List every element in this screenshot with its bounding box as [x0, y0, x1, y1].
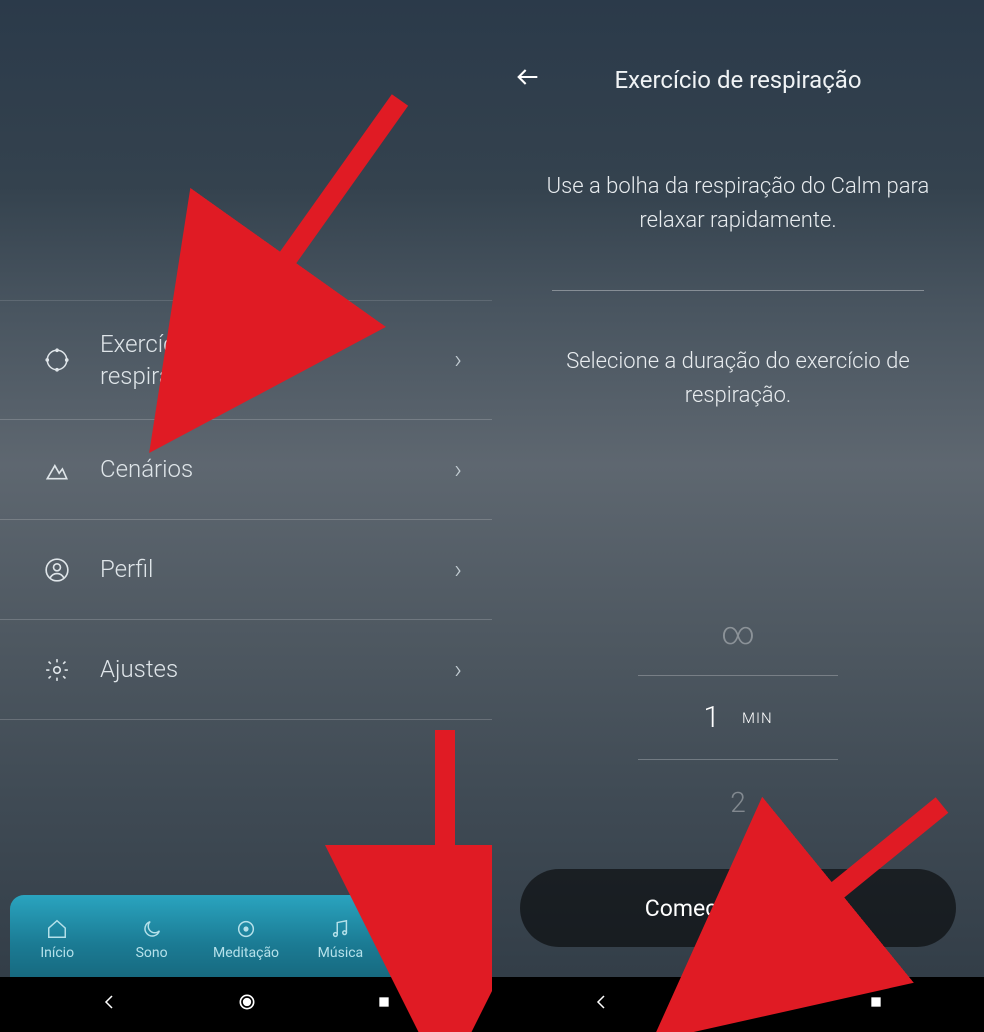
android-recents-icon[interactable]	[868, 994, 884, 1015]
right-screen: Exercício de respiração Use a bolha da r…	[492, 0, 984, 1032]
nav-label: Mais	[420, 945, 450, 961]
left-screen: Exercício de respiração › Cenários › Per…	[0, 0, 492, 1032]
nav-sleep[interactable]: Sono	[104, 901, 198, 977]
menu-item-label: Cenários	[100, 453, 454, 485]
music-icon	[328, 917, 352, 941]
nav-label: Meditação	[213, 945, 279, 961]
subtitle-text: Selecione a duração do exercício de resp…	[537, 345, 939, 413]
chevron-right-icon: ›	[454, 345, 462, 375]
annotation-arrow	[240, 85, 420, 319]
intro-text: Use a bolha da respiração do Calm para r…	[542, 170, 934, 238]
nav-home[interactable]: Início	[10, 901, 104, 977]
nav-label: Sono	[136, 945, 168, 961]
gear-icon	[42, 655, 72, 685]
moon-icon	[140, 917, 164, 941]
nav-music[interactable]: Música	[293, 901, 387, 977]
android-system-nav	[0, 977, 492, 1032]
menu-icon	[423, 917, 447, 941]
breathing-icon	[42, 345, 72, 375]
mountains-icon	[42, 455, 72, 485]
bottom-nav: Início Sono Meditação Música Mais	[10, 895, 482, 977]
menu-item-scenes[interactable]: Cenários ›	[0, 420, 492, 520]
menu-item-label: Perfil	[100, 553, 454, 585]
picker-unit: MIN	[742, 709, 773, 727]
chevron-right-icon: ›	[454, 655, 462, 685]
nav-meditate[interactable]: Meditação	[199, 901, 293, 977]
picker-option-selected[interactable]: 1 MIN	[638, 675, 838, 760]
cta-label: Comece a respirar	[645, 895, 831, 922]
menu-item-profile[interactable]: Perfil ›	[0, 520, 492, 620]
android-home-icon[interactable]	[237, 992, 257, 1017]
meditation-icon	[234, 917, 258, 941]
android-back-icon[interactable]	[100, 993, 118, 1016]
chevron-right-icon: ›	[454, 455, 462, 485]
picker-value: ∞	[721, 614, 755, 652]
nav-label: Início	[40, 945, 74, 961]
page-title: Exercício de respiração	[514, 66, 962, 94]
home-icon	[45, 917, 69, 941]
menu-item-label: Ajustes	[100, 653, 454, 685]
picker-option-2[interactable]: 2	[638, 760, 838, 845]
picker-value: 1	[703, 700, 720, 735]
nav-label: Música	[318, 945, 364, 961]
start-breathing-button[interactable]: Comece a respirar	[520, 869, 956, 947]
android-system-nav	[492, 977, 984, 1032]
duration-picker[interactable]: ∞ 1 MIN 2	[492, 590, 984, 850]
more-menu-list: Exercício de respiração › Cenários › Per…	[0, 300, 492, 720]
android-recents-icon[interactable]	[376, 994, 392, 1015]
menu-item-breathing-exercise[interactable]: Exercício de respiração ›	[0, 300, 492, 420]
screen-header: Exercício de respiração	[492, 50, 984, 110]
annotation-arrow	[405, 720, 485, 914]
divider	[552, 290, 924, 291]
picker-option-infinity[interactable]: ∞	[638, 590, 838, 675]
android-home-icon[interactable]	[729, 992, 749, 1017]
menu-item-settings[interactable]: Ajustes ›	[0, 620, 492, 720]
menu-item-label: Exercício de respiração	[100, 328, 454, 393]
nav-more[interactable]: Mais	[388, 901, 482, 977]
android-back-icon[interactable]	[592, 993, 610, 1016]
profile-icon	[42, 555, 72, 585]
picker-value: 2	[730, 786, 746, 819]
chevron-right-icon: ›	[454, 555, 462, 585]
